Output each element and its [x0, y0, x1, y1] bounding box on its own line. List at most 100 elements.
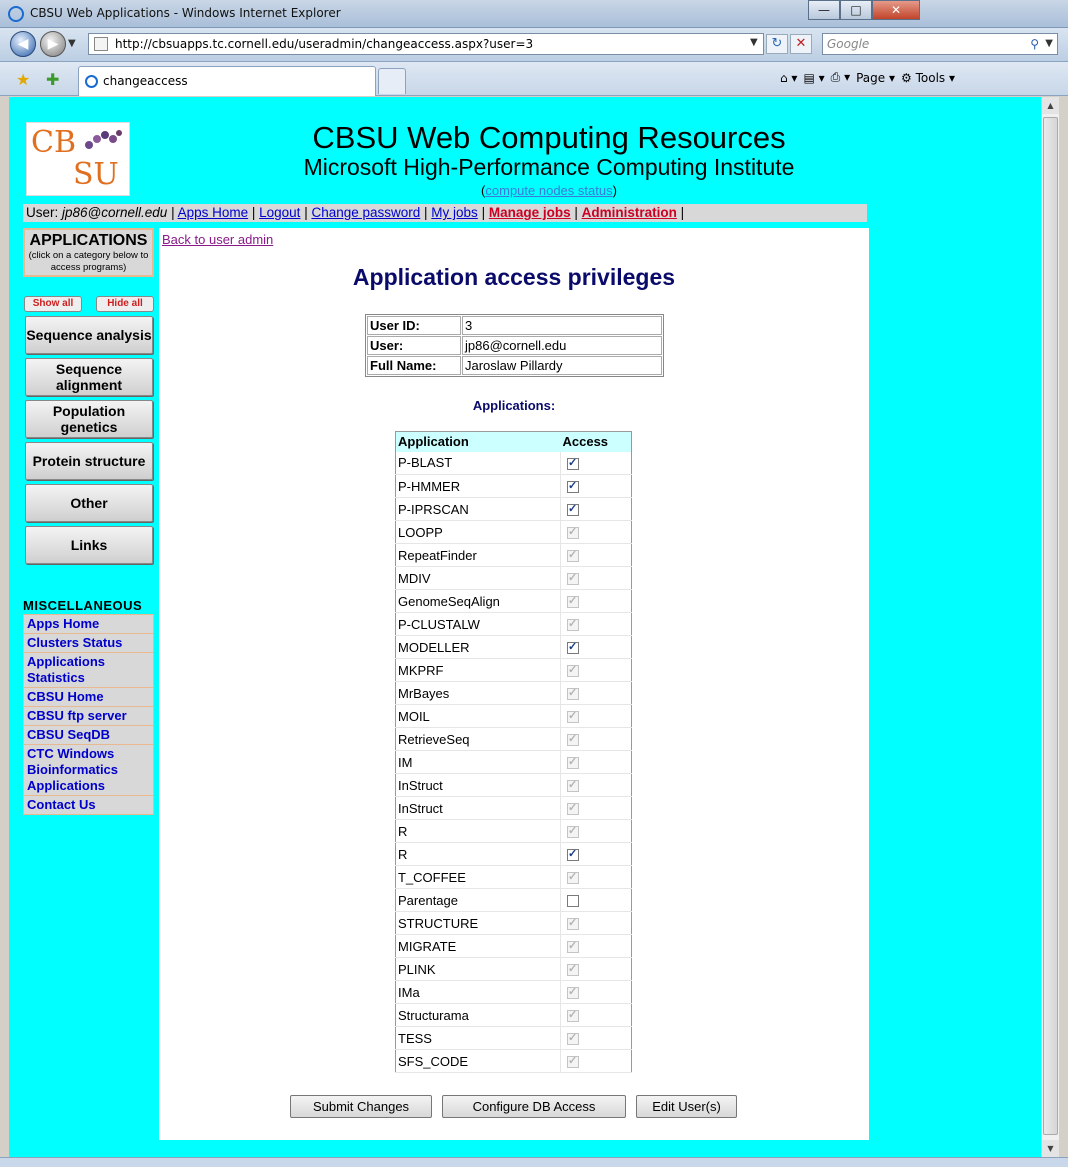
table-row: MOIL [395, 704, 632, 728]
forward-button[interactable]: ▶ [40, 31, 66, 57]
cbsu-logo[interactable]: CB SU [26, 122, 130, 196]
tab-ie-icon [85, 75, 98, 88]
access-cell [560, 658, 632, 682]
misc-link-cbsu-home[interactable]: CBSU Home [24, 688, 153, 707]
application-column-header: Application [395, 431, 561, 452]
tab-bar: ★ ✚ changeaccess ⌂ ▾ ▤ ▾ ⎙ ▾ Page ▾ ⚙ To… [0, 62, 1068, 96]
change-password-link[interactable]: Change password [311, 205, 420, 220]
configure-db-access-button[interactable]: Configure DB Access [442, 1095, 626, 1118]
scroll-up-arrow-icon[interactable]: ▲ [1042, 97, 1059, 114]
page-menu[interactable]: Page ▾ [856, 71, 895, 85]
access-cell [560, 819, 632, 843]
maximize-button[interactable]: □ [840, 0, 872, 20]
search-input[interactable]: Google ⚲ ▼ [822, 33, 1058, 55]
access-cell [560, 773, 632, 797]
category-other[interactable]: Other [25, 484, 153, 522]
tab-changeaccess[interactable]: changeaccess [78, 66, 376, 96]
page-title: Application access privileges [352, 264, 676, 290]
url-dropdown-icon[interactable]: ▼ [750, 37, 758, 48]
print-icon[interactable]: ⎙ ▾ [831, 70, 850, 85]
feeds-icon[interactable]: ▤ ▾ [803, 71, 824, 85]
new-tab-button[interactable] [378, 68, 406, 94]
miscellaneous-links: Apps Home Clusters Status Applications S… [23, 614, 154, 815]
recent-pages-dropdown-icon[interactable]: ▼ [68, 38, 76, 49]
table-row: IMa [395, 980, 632, 1004]
access-checkbox[interactable] [567, 456, 579, 470]
search-dropdown-icon[interactable]: ▼ [1045, 34, 1053, 54]
misc-link-clusters-status[interactable]: Clusters Status [24, 634, 153, 653]
access-checkbox [567, 755, 579, 770]
url-input[interactable]: http://cbsuapps.tc.cornell.edu/useradmin… [88, 33, 764, 55]
access-checkbox [567, 824, 579, 839]
back-button[interactable]: ◀ [10, 31, 36, 57]
access-checkbox[interactable] [567, 847, 579, 862]
minimize-button[interactable]: — [808, 0, 840, 20]
category-links[interactable]: Links [25, 526, 153, 564]
application-name: T_COFFEE [395, 865, 561, 889]
logout-link[interactable]: Logout [259, 205, 300, 220]
scrollbar-thumb[interactable] [1043, 117, 1058, 1135]
access-cell [560, 934, 632, 958]
vertical-scrollbar[interactable]: ▲ ▼ [1041, 97, 1059, 1157]
misc-link-ctc-windows-bioinformatics[interactable]: CTC Windows Bioinformatics Applications [24, 745, 153, 796]
home-icon[interactable]: ⌂ ▾ [780, 71, 797, 85]
category-population-genetics[interactable]: Population genetics [25, 400, 153, 438]
apps-home-link[interactable]: Apps Home [178, 205, 249, 220]
access-checkbox [567, 962, 579, 977]
manage-jobs-link[interactable]: Manage jobs [489, 205, 571, 220]
applications-title: APPLICATIONS [29, 232, 148, 249]
application-name: PLINK [395, 957, 561, 981]
misc-link-cbsu-seqdb[interactable]: CBSU SeqDB [24, 726, 153, 745]
misc-link-applications-statistics[interactable]: Applications Statistics [24, 653, 153, 688]
access-checkbox[interactable] [567, 640, 579, 655]
user-email: jp86@cornell.edu [62, 205, 168, 220]
misc-link-cbsu-ftp-server[interactable]: CBSU ftp server [24, 707, 153, 726]
my-jobs-link[interactable]: My jobs [431, 205, 478, 220]
table-row: R [395, 819, 632, 843]
access-checkbox[interactable] [567, 479, 579, 494]
hide-all-button[interactable]: Hide all [96, 296, 154, 312]
back-to-user-admin-link[interactable]: Back to user admin [162, 232, 273, 247]
application-name: TESS [395, 1026, 561, 1050]
show-all-button[interactable]: Show all [24, 296, 82, 312]
submit-changes-button[interactable]: Submit Changes [290, 1095, 432, 1118]
category-sequence-alignment[interactable]: Sequence alignment [25, 358, 153, 396]
access-cell [560, 1049, 632, 1073]
misc-link-apps-home[interactable]: Apps Home [24, 615, 153, 634]
add-favorites-icon[interactable]: ✚ [46, 70, 59, 89]
table-row: MDIV [395, 566, 632, 590]
application-name: IM [395, 750, 561, 774]
tools-menu[interactable]: ⚙ Tools ▾ [901, 71, 955, 85]
edit-users-button[interactable]: Edit User(s) [636, 1095, 737, 1118]
site-title: CBSU Web Computing Resources [312, 120, 786, 155]
category-protein-structure[interactable]: Protein structure [25, 442, 153, 480]
close-button[interactable]: ✕ [872, 0, 920, 20]
user-info-table: User ID: 3 User: jp86@cornell.edu Full N… [365, 314, 664, 377]
misc-link-contact-us[interactable]: Contact Us [24, 796, 153, 814]
access-cell [560, 796, 632, 820]
application-name: R [395, 819, 561, 843]
compute-nodes-status-link[interactable]: compute nodes status [485, 183, 612, 198]
access-cell [560, 957, 632, 981]
access-checkbox [567, 571, 579, 586]
search-icon[interactable]: ⚲ [1030, 34, 1039, 54]
access-checkbox [567, 916, 579, 931]
access-checkbox[interactable] [567, 895, 579, 908]
stop-button[interactable]: ✕ [790, 34, 812, 54]
access-checkbox [567, 778, 579, 793]
category-sequence-analysis[interactable]: Sequence analysis [25, 316, 153, 354]
user-info-row: Full Name: Jaroslaw Pillardy [367, 356, 662, 375]
access-cell [560, 1026, 632, 1050]
application-name: P-CLUSTALW [395, 612, 561, 636]
table-row: PLINK [395, 957, 632, 981]
access-checkbox [567, 732, 579, 747]
access-cell [560, 566, 632, 590]
page-menu-label: Page [856, 70, 886, 85]
administration-link[interactable]: Administration [582, 205, 677, 220]
refresh-button[interactable]: ↻ [766, 34, 788, 54]
access-checkbox[interactable] [567, 502, 579, 517]
favorites-star-icon[interactable]: ★ [16, 70, 30, 89]
access-cell [560, 543, 632, 567]
scroll-down-arrow-icon[interactable]: ▼ [1042, 1140, 1059, 1157]
access-cell [560, 612, 632, 636]
